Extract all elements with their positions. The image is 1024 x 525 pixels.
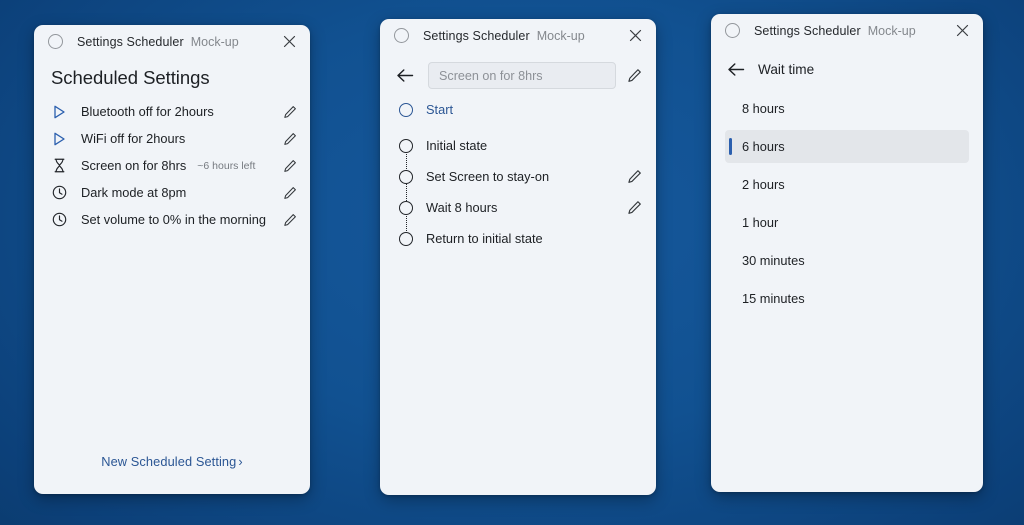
list-item[interactable]: Screen on for 8hrs ~6 hours left bbox=[34, 152, 310, 179]
list-item-label: Dark mode at 8pm bbox=[81, 185, 186, 200]
window-subtitle: Mock-up bbox=[537, 29, 585, 43]
flow-step-label: Initial state bbox=[426, 138, 487, 153]
flow-step-label: Return to initial state bbox=[426, 231, 543, 246]
titlebar: Settings Scheduler Mock-up bbox=[711, 14, 983, 47]
option-label: 30 minutes bbox=[742, 253, 805, 268]
scheduled-settings-list: Bluetooth off for 2hours WiFi off for 2h… bbox=[34, 98, 310, 233]
list-item[interactable]: Bluetooth off for 2hours bbox=[34, 98, 310, 125]
flow-step-label: Wait 8 hours bbox=[426, 200, 497, 215]
new-scheduled-setting-link[interactable]: New Scheduled Setting› bbox=[101, 454, 243, 469]
new-setting-footer: New Scheduled Setting› bbox=[34, 453, 310, 471]
option-label: 8 hours bbox=[742, 101, 785, 116]
step-circle-icon bbox=[399, 170, 413, 184]
flow-step[interactable]: Wait 8 hours bbox=[399, 192, 656, 223]
pencil-icon[interactable] bbox=[281, 130, 298, 147]
window-title: Settings Scheduler bbox=[754, 24, 861, 38]
list-item[interactable]: Set volume to 0% in the morning bbox=[34, 206, 310, 233]
window-title: Settings Scheduler bbox=[423, 29, 530, 43]
clock-icon bbox=[51, 211, 68, 228]
pencil-icon[interactable] bbox=[626, 67, 643, 84]
circle-icon bbox=[394, 28, 409, 43]
option-label: 1 hour bbox=[742, 215, 778, 230]
option-label: 6 hours bbox=[742, 139, 785, 154]
start-circle-icon bbox=[399, 103, 413, 117]
play-triangle-icon bbox=[51, 130, 68, 147]
option-8-hours[interactable]: 8 hours bbox=[725, 92, 969, 125]
option-6-hours[interactable]: 6 hours bbox=[725, 130, 969, 163]
flow-step[interactable]: Return to initial state bbox=[399, 223, 656, 254]
desktop-background: Settings Scheduler Mock-up Scheduled Set… bbox=[0, 0, 1024, 525]
arrow-left-icon[interactable] bbox=[725, 58, 747, 80]
page-title: Wait time bbox=[758, 62, 814, 77]
pencil-icon[interactable] bbox=[281, 103, 298, 120]
option-15-minutes[interactable]: 15 minutes bbox=[725, 282, 969, 315]
pencil-icon[interactable] bbox=[626, 168, 643, 185]
option-label: 15 minutes bbox=[742, 291, 805, 306]
setting-name-input[interactable] bbox=[428, 62, 616, 89]
window-flow-editor: Settings Scheduler Mock-up Start bbox=[380, 19, 656, 495]
list-item-label: Bluetooth off for 2hours bbox=[81, 104, 214, 119]
wait-time-header: Wait time bbox=[711, 58, 983, 80]
new-scheduled-setting-label: New Scheduled Setting bbox=[101, 454, 236, 469]
titlebar: Settings Scheduler Mock-up bbox=[380, 19, 656, 52]
list-item-label: WiFi off for 2hours bbox=[81, 131, 185, 146]
flow-steps: Initial state Set Screen to stay-on Wait… bbox=[380, 130, 656, 254]
list-item[interactable]: Dark mode at 8pm bbox=[34, 179, 310, 206]
hourglass-icon bbox=[51, 157, 68, 174]
flow-step[interactable]: Initial state bbox=[399, 130, 656, 161]
circle-icon bbox=[48, 34, 63, 49]
window-subtitle: Mock-up bbox=[868, 24, 916, 38]
option-1-hour[interactable]: 1 hour bbox=[725, 206, 969, 239]
flow-step-label: Set Screen to stay-on bbox=[426, 169, 549, 184]
pencil-icon[interactable] bbox=[281, 211, 298, 228]
list-item-note: ~6 hours left bbox=[197, 160, 255, 172]
editor-name-bar bbox=[380, 62, 656, 89]
step-circle-icon bbox=[399, 139, 413, 153]
step-circle-icon bbox=[399, 232, 413, 246]
close-icon[interactable] bbox=[278, 31, 300, 53]
page-title: Scheduled Settings bbox=[51, 67, 310, 89]
start-label: Start bbox=[426, 102, 453, 117]
list-item-label: Set volume to 0% in the morning bbox=[81, 212, 266, 227]
window-title: Settings Scheduler bbox=[77, 35, 184, 49]
clock-icon bbox=[51, 184, 68, 201]
list-item-label: Screen on for 8hrs bbox=[81, 158, 186, 173]
pencil-icon[interactable] bbox=[281, 184, 298, 201]
titlebar: Settings Scheduler Mock-up bbox=[34, 25, 310, 58]
play-triangle-icon bbox=[51, 103, 68, 120]
window-wait-time-picker: Settings Scheduler Mock-up Wait time 8 h… bbox=[711, 14, 983, 492]
circle-icon bbox=[725, 23, 740, 38]
flow-step[interactable]: Set Screen to stay-on bbox=[399, 161, 656, 192]
start-node[interactable]: Start bbox=[380, 102, 656, 117]
close-icon[interactable] bbox=[951, 20, 973, 42]
option-label: 2 hours bbox=[742, 177, 785, 192]
step-circle-icon bbox=[399, 201, 413, 215]
list-item[interactable]: WiFi off for 2hours bbox=[34, 125, 310, 152]
close-icon[interactable] bbox=[624, 25, 646, 47]
option-2-hours[interactable]: 2 hours bbox=[725, 168, 969, 201]
option-30-minutes[interactable]: 30 minutes bbox=[725, 244, 969, 277]
window-subtitle: Mock-up bbox=[191, 35, 239, 49]
window-scheduled-settings: Settings Scheduler Mock-up Scheduled Set… bbox=[34, 25, 310, 494]
arrow-left-icon[interactable] bbox=[394, 65, 416, 87]
wait-time-options: 8 hours 6 hours 2 hours 1 hour 30 minute… bbox=[711, 92, 983, 315]
chevron-right-icon: › bbox=[238, 454, 242, 469]
pencil-icon[interactable] bbox=[281, 157, 298, 174]
pencil-icon[interactable] bbox=[626, 199, 643, 216]
